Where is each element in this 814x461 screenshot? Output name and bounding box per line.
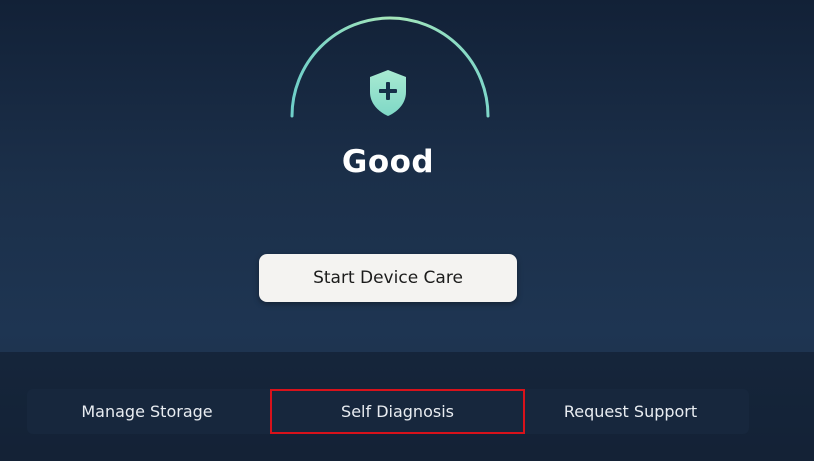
status-label: Good (341, 144, 435, 180)
start-device-care-label: Start Device Care (313, 268, 463, 288)
self-diagnosis-button[interactable]: Self Diagnosis (270, 389, 525, 434)
manage-storage-label: Manage Storage (81, 402, 213, 421)
request-support-label: Request Support (563, 402, 698, 421)
shield-plus-icon (366, 68, 410, 118)
manage-storage-button[interactable]: Manage Storage (27, 389, 267, 434)
start-device-care-button[interactable]: Start Device Care (259, 254, 517, 302)
self-diagnosis-label: Self Diagnosis (341, 402, 454, 421)
device-care-screen: Good Start Device Care Manage Storage Se… (0, 0, 814, 461)
request-support-button[interactable]: Request Support (512, 389, 749, 434)
